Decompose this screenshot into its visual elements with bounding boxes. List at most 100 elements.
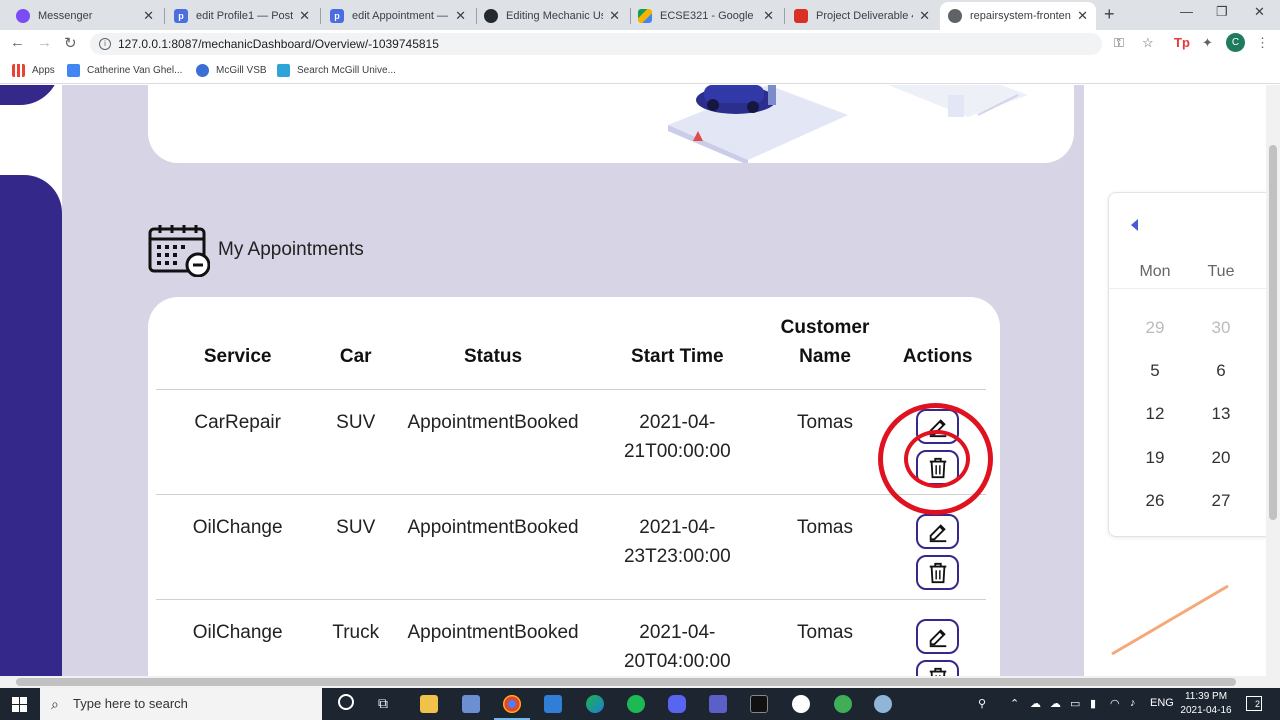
chevron-up-icon[interactable]: ⌃: [1010, 697, 1019, 710]
calendar-day[interactable]: 26: [1135, 491, 1175, 511]
scrollbar-thumb[interactable]: [16, 678, 1236, 686]
address-bar[interactable]: i 127.0.0.1:8087/mechanicDashboard/Overv…: [90, 33, 1102, 55]
edit-button[interactable]: [916, 619, 960, 654]
close-icon[interactable]: ✕: [919, 8, 930, 24]
cloud-icon[interactable]: ☁: [1050, 697, 1061, 710]
word-icon[interactable]: [792, 695, 810, 713]
star-icon[interactable]: ☆: [1142, 35, 1154, 51]
section-title: My Appointments: [218, 239, 364, 260]
people-icon[interactable]: ⚲: [978, 697, 986, 710]
clock-time: 11:39 PM: [1184, 691, 1228, 702]
table-row: OilChange SUV AppointmentBooked 2021-04-…: [156, 494, 986, 600]
close-icon[interactable]: ✕: [1077, 8, 1088, 24]
table-row: CarRepair SUV AppointmentBooked 2021-04-…: [156, 389, 986, 495]
close-icon[interactable]: ✕: [299, 8, 310, 24]
volume-icon[interactable]: ♪: [1130, 697, 1136, 709]
messenger-icon: [16, 9, 30, 23]
taskbar-search-box[interactable]: ⌕ Type here to search: [40, 688, 322, 720]
pencil-icon: [929, 628, 946, 647]
calendar-day[interactable]: 29: [1135, 318, 1175, 338]
cortana-icon[interactable]: [338, 694, 354, 710]
delete-button[interactable]: [916, 660, 960, 676]
tab-repairsystem-frontend[interactable]: repairsystem-frontend ✕: [940, 2, 1096, 30]
file-explorer-icon[interactable]: [420, 695, 438, 713]
calendar-day[interactable]: 13: [1201, 404, 1241, 424]
close-icon[interactable]: ✕: [143, 8, 154, 24]
close-icon[interactable]: ✕: [455, 8, 466, 24]
menu-icon[interactable]: ⋮: [1256, 35, 1269, 51]
profile-avatar[interactable]: C: [1226, 33, 1245, 52]
discord-icon[interactable]: [668, 695, 686, 713]
wifi-icon[interactable]: ◠: [1110, 697, 1120, 710]
calendar-day[interactable]: 20: [1201, 448, 1241, 468]
bookmark-search-mcgill[interactable]: Search McGill Unive...: [277, 64, 396, 77]
appointments-header: My Appointments: [148, 223, 364, 277]
spotify-icon[interactable]: [627, 695, 645, 713]
bookmark-mcgill-vsb[interactable]: McGill VSB: [196, 64, 267, 77]
puzzle-icon[interactable]: ✦: [1202, 35, 1213, 51]
teams-icon[interactable]: [709, 695, 727, 713]
minimize-icon[interactable]: —: [1180, 4, 1193, 19]
extension-tp-icon[interactable]: Tp: [1174, 35, 1190, 50]
reload-icon[interactable]: ↻: [64, 34, 77, 52]
header-actions: Actions: [902, 346, 973, 367]
horizontal-scrollbar[interactable]: [0, 676, 1280, 688]
edge-icon[interactable]: [586, 695, 604, 713]
clock-date: 2021-04-16: [1180, 705, 1232, 716]
search-placeholder: Type here to search: [73, 696, 188, 711]
battery-icon[interactable]: ▮: [1090, 697, 1096, 710]
close-icon[interactable]: ✕: [609, 8, 620, 24]
close-icon[interactable]: ✕: [763, 8, 774, 24]
terminal-icon[interactable]: [750, 695, 768, 713]
bookmark-apps[interactable]: Apps: [12, 64, 55, 77]
calendar-day[interactable]: 19: [1135, 448, 1175, 468]
task-view-icon[interactable]: ⧉: [378, 695, 388, 712]
back-icon[interactable]: ←: [10, 34, 25, 51]
window-close-icon[interactable]: ✕: [1254, 4, 1265, 20]
tab-google-drive[interactable]: ECSE321 - Google Driv ✕: [630, 2, 782, 30]
key-icon[interactable]: ⚿: [1114, 35, 1124, 51]
calendar-day[interactable]: 5: [1135, 361, 1175, 381]
scrollbar-thumb[interactable]: [1269, 145, 1277, 520]
postman-icon: p: [330, 9, 344, 23]
mail-icon[interactable]: [544, 695, 562, 713]
tab-edit-appointment[interactable]: p edit Appointment — P ✕: [322, 2, 474, 30]
calendar-day[interactable]: 12: [1135, 404, 1175, 424]
apps-grid-icon: [12, 64, 25, 77]
appointments-table: Service Car Status Start Time Customer N…: [156, 313, 986, 676]
search-icon: ⌕: [51, 696, 59, 712]
cell-start-time: 2021-04-20T04:00:00: [593, 599, 761, 676]
system-clock[interactable]: 11:39 PM 2021-04-16: [1176, 690, 1236, 718]
display-icon[interactable]: ▭: [1070, 697, 1080, 710]
app-icon[interactable]: [874, 695, 892, 713]
maximize-icon[interactable]: ❐: [1216, 4, 1228, 20]
cell-start-time: 2021-04-21T00:00:00: [593, 389, 761, 495]
calendar-day[interactable]: 27: [1201, 491, 1241, 511]
tab-github[interactable]: Editing Mechanic Use ✕: [476, 2, 628, 30]
calendar-day[interactable]: 6: [1201, 361, 1241, 381]
windows-start-icon[interactable]: [12, 697, 27, 712]
cell-start-time: 2021-04-23T23:00:00: [593, 494, 761, 600]
tab-project-deliverable[interactable]: Project Deliverable 4 - ✕: [786, 2, 938, 30]
previous-month-icon[interactable]: [1131, 219, 1138, 231]
language-indicator[interactable]: ENG: [1150, 697, 1174, 709]
calendar-day[interactable]: 30: [1201, 318, 1241, 338]
tab-title: Project Deliverable 4 -: [816, 10, 913, 22]
bookmark-catherine[interactable]: Catherine Van Ghel...: [67, 64, 182, 77]
edit-button[interactable]: [916, 514, 960, 549]
table-header-row: Service Car Status Start Time Customer N…: [156, 313, 986, 390]
cortex-icon[interactable]: [834, 695, 852, 713]
globe-icon: [948, 9, 962, 23]
tab-edit-profile[interactable]: p edit Profile1 — Postim ✕: [166, 2, 318, 30]
forward-icon[interactable]: →: [37, 34, 52, 51]
delete-button[interactable]: [916, 555, 960, 590]
chrome-icon[interactable]: [503, 695, 521, 713]
new-tab-icon[interactable]: +: [1104, 4, 1115, 25]
info-icon[interactable]: i: [99, 38, 111, 50]
vertical-scrollbar[interactable]: [1266, 85, 1280, 676]
tab-messenger[interactable]: Messenger ✕: [8, 2, 162, 30]
notification-icon[interactable]: 2: [1246, 696, 1262, 711]
cloud-icon[interactable]: ☁: [1030, 697, 1041, 710]
store-icon[interactable]: [462, 695, 480, 713]
header-status: Status: [464, 346, 523, 367]
